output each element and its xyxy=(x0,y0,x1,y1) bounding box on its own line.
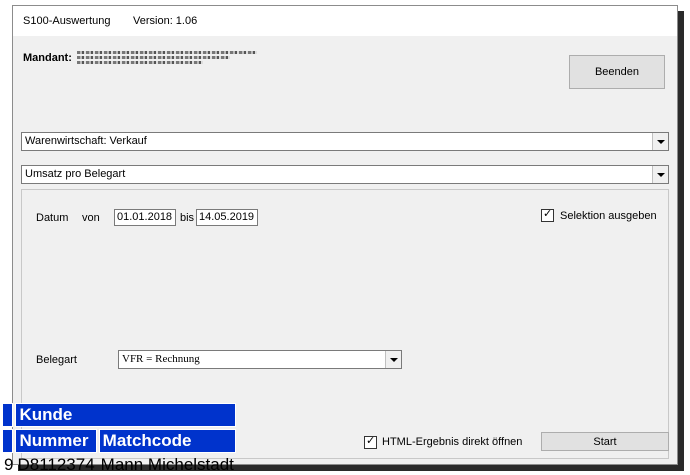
date-to-input[interactable]: 14.05.2019 xyxy=(196,209,258,226)
title-bar: S100-Auswertung Version: 1.06 xyxy=(13,6,677,36)
report-select-value: Umsatz pro Belegart xyxy=(25,168,126,180)
belegart-label: Belegart xyxy=(36,354,77,366)
belegart-select-value: VFR = Rechnung xyxy=(122,353,200,365)
module-select-value: Warenwirtschaft: Verkauf xyxy=(25,135,147,147)
row-prefix: 9 xyxy=(4,455,14,474)
chevron-down-icon[interactable] xyxy=(652,133,668,150)
result-table: Kunde Nummer Matchcode 9 D8112374 Mann M… xyxy=(0,401,238,475)
table-row: 9 D8112374 Mann Michelstadt xyxy=(2,455,236,475)
report-select[interactable]: Umsatz pro Belegart xyxy=(21,165,669,184)
html-result-label: HTML-Ergebnis direkt öffnen xyxy=(382,436,523,448)
mandant-label: Mandant: xyxy=(23,52,72,64)
matchcode-header: Matchcode xyxy=(98,429,236,453)
mandant-value-obscured xyxy=(77,49,257,65)
beenden-button[interactable]: Beenden xyxy=(569,55,665,89)
chevron-down-icon[interactable] xyxy=(652,166,668,183)
html-result-preview: Kunde Nummer Matchcode 9 D8112374 Mann M… xyxy=(0,401,295,475)
selektion-checkbox[interactable] xyxy=(541,207,554,222)
bis-label: bis xyxy=(180,212,195,224)
nummer-header: Nummer xyxy=(15,429,97,453)
header-spacer xyxy=(2,429,14,453)
kunde-header: Kunde xyxy=(15,403,236,427)
start-button[interactable]: Start xyxy=(541,432,669,451)
date-from-input[interactable]: 01.01.2018 xyxy=(114,209,176,226)
app-title: S100-Auswertung xyxy=(23,15,111,27)
belegart-select[interactable]: VFR = Rechnung xyxy=(118,350,402,369)
matchcode-cell: Mann Michelstadt xyxy=(100,455,234,474)
html-result-checkbox[interactable] xyxy=(364,434,377,449)
datum-label: Datum xyxy=(36,212,69,224)
selektion-label: Selektion ausgeben xyxy=(560,210,657,222)
nummer-cell: D8112374 xyxy=(17,455,95,474)
chevron-down-icon[interactable] xyxy=(385,351,401,368)
module-select[interactable]: Warenwirtschaft: Verkauf xyxy=(21,132,669,151)
app-window: S100-Auswertung Version: 1.06 Mandant: B… xyxy=(12,5,678,465)
app-version: Version: 1.06 xyxy=(133,15,198,27)
von-label: von xyxy=(82,212,100,224)
header-spacer xyxy=(2,403,14,427)
